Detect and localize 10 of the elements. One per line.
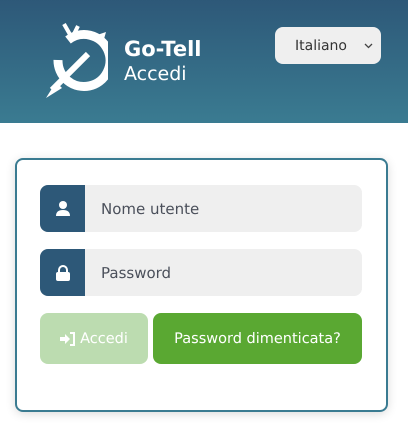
app-name: Go-Tell	[124, 36, 202, 62]
password-field[interactable]: Password	[40, 249, 362, 296]
sign-in-icon	[60, 332, 76, 346]
chevron-down-icon	[364, 42, 373, 48]
language-select[interactable]: Italiano	[275, 27, 381, 64]
forgot-password-button[interactable]: Password dimenticata?	[153, 313, 362, 364]
username-field[interactable]: Nome utente	[40, 185, 362, 232]
page-title: Accedi	[124, 62, 188, 86]
user-icon	[56, 201, 70, 216]
lock-icon	[56, 264, 70, 280]
